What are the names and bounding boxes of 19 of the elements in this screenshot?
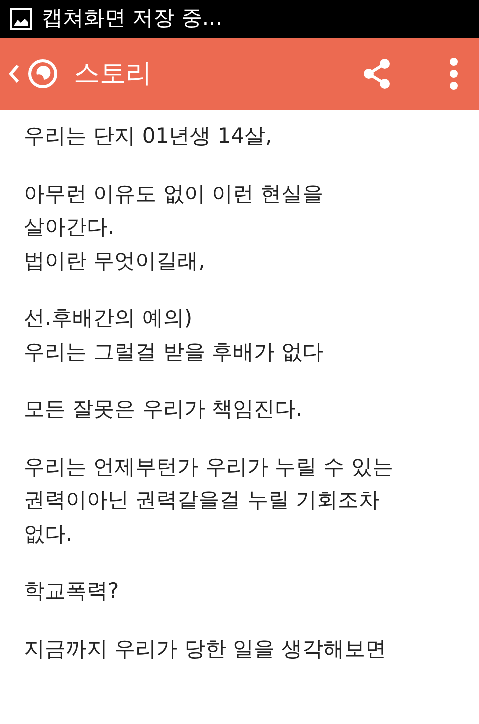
story-text-line: 아무런 이유도 없이 이런 현실을 [24,180,325,208]
story-text-line: 살아간다. [24,214,116,241]
overflow-menu-icon[interactable] [449,57,459,91]
picture-icon [10,8,32,30]
story-text-line: 우리는 그럴걸 받을 후배가 없다 [24,338,325,366]
back-icon[interactable] [8,64,20,84]
story-text-line: 모든 잘못은 우리가 책임진다. [24,396,304,423]
app-logo-icon [28,59,58,89]
story-text-line: 법이란 무엇이길래, [24,248,206,274]
story-text-line: 학교폭력? [24,578,120,605]
story-text-line: 선.후배간의 예의) [24,305,194,332]
story-text-line: 권력이아닌 권력같을걸 누릴 기회조차 [24,487,382,514]
share-icon[interactable] [361,58,393,90]
screen-title: 스토리 [74,58,152,90]
story-text-line: 우리는 언제부턴가 우리가 누릴 수 있는 [24,454,394,480]
story-text-line: 우리는 단지 01년생 14살, [24,123,274,150]
story-text-line: 없다. [24,520,74,548]
notification-text: 캡쳐화면 저장 중... [42,5,222,32]
story-text-line: 지금까지 우리가 당한 일을 생각해보면 [24,636,388,662]
